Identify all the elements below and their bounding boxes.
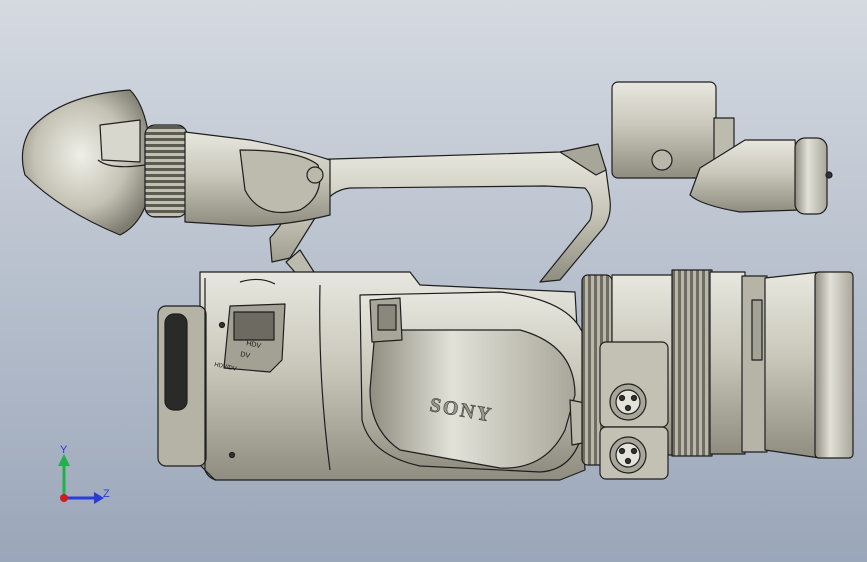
lens-hood[interactable] bbox=[764, 271, 854, 459]
lcd-panel[interactable]: SONY bbox=[359, 291, 599, 473]
triad-z-label: Z bbox=[103, 488, 110, 500]
cad-viewport[interactable]: HDV DV HDV/DV SONY Y Z bbox=[0, 0, 867, 562]
triad-y-label: Y bbox=[60, 444, 68, 456]
xlr-input-2[interactable] bbox=[599, 426, 669, 480]
xlr-input-1[interactable] bbox=[599, 341, 669, 428]
zoom-ring[interactable] bbox=[671, 269, 768, 457]
model-scene[interactable]: HDV DV HDV/DV SONY Y Z bbox=[0, 0, 867, 562]
